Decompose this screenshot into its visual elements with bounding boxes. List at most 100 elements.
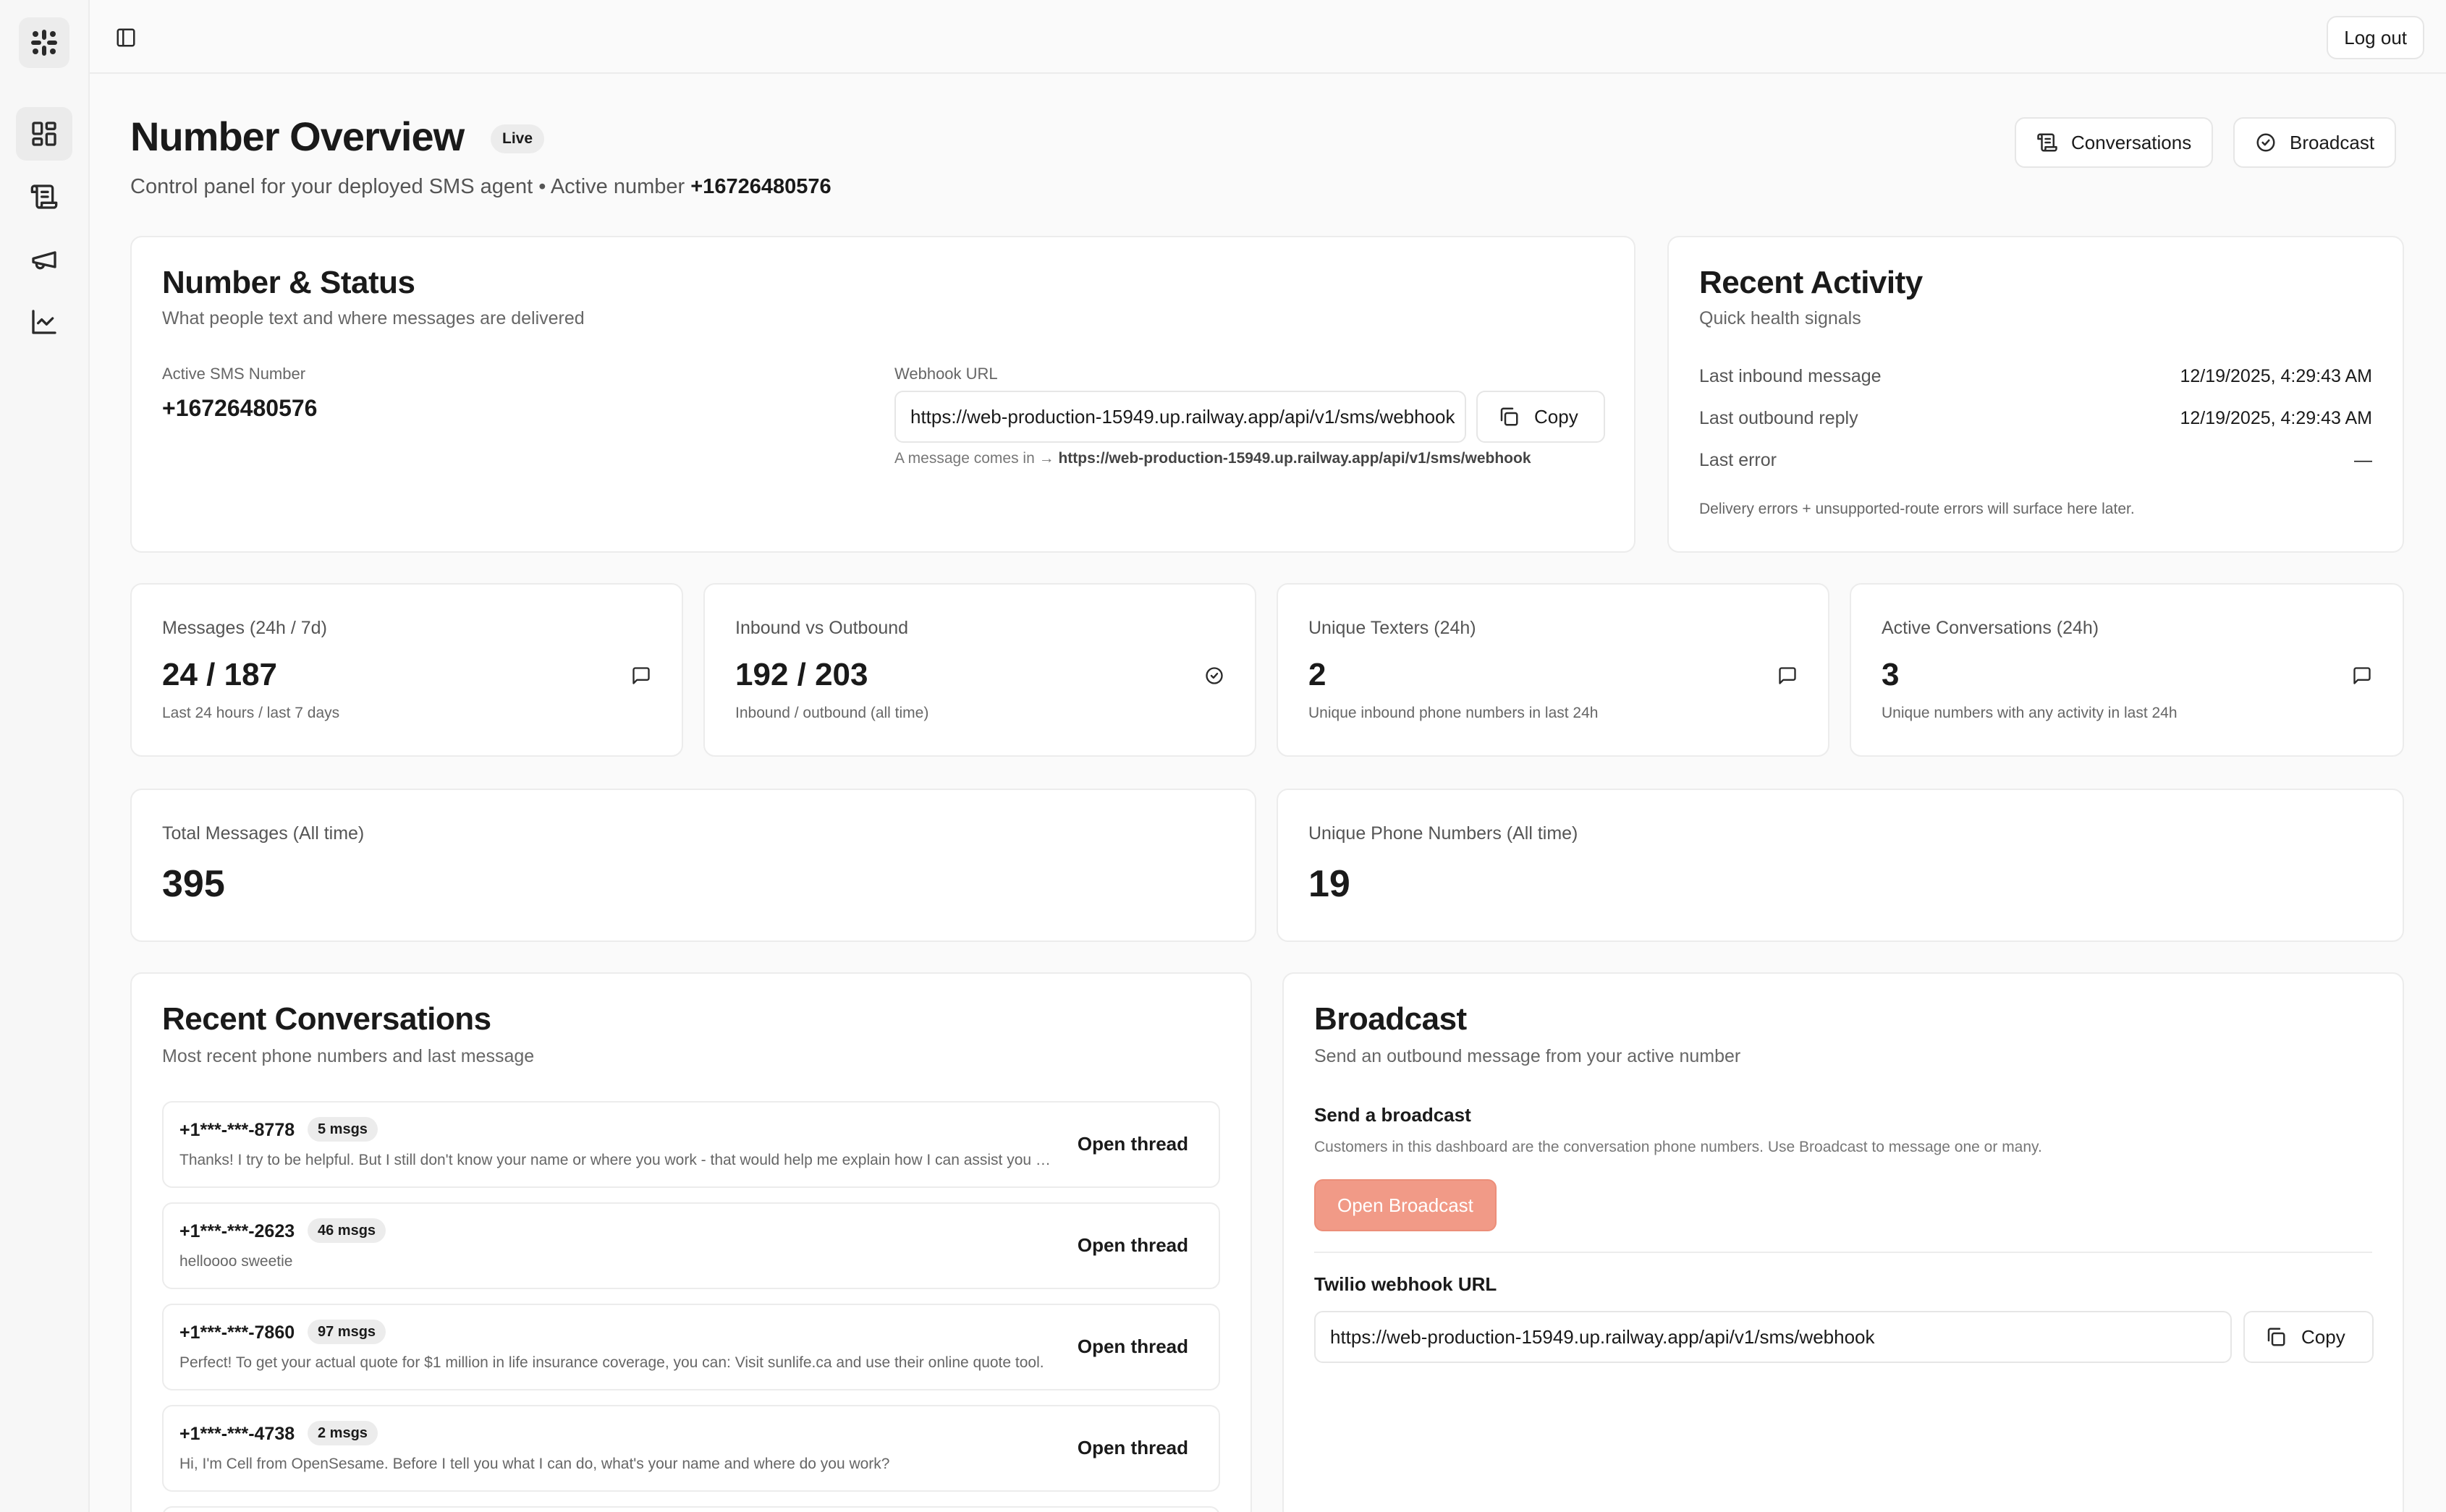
open-thread-button[interactable]: Open thread	[1078, 1335, 1188, 1358]
chart-line-icon	[32, 310, 56, 334]
activity-row: Last outbound reply 12/19/2025, 4:29:43 …	[1699, 408, 2372, 429]
message-count-badge: 46 msgs	[308, 1218, 386, 1243]
message-count-badge: 97 msgs	[308, 1320, 386, 1344]
activity-value: 12/19/2025, 4:29:43 AM	[2180, 366, 2373, 386]
copy-twilio-webhook-button[interactable]: Copy	[2243, 1311, 2374, 1363]
conversation-preview: Hi, I'm Cell from OpenSesame. Before I t…	[179, 1456, 890, 1472]
conversation-item[interactable]: +1***-***-7860 97 msgs Perfect! To get y…	[162, 1304, 1220, 1390]
card-subtitle: Send an outbound message from your activ…	[1314, 1046, 1741, 1066]
conversations-button[interactable]: Conversations	[2015, 117, 2214, 168]
message-count-badge: 2 msgs	[308, 1421, 378, 1445]
number-status-card: Number & Status What people text and whe…	[130, 236, 1635, 553]
stat-subtext: Inbound / outbound (all time)	[735, 705, 929, 721]
card-subtitle: Quick health signals	[1699, 308, 1861, 328]
sidebar-rail	[0, 0, 90, 1512]
twilio-webhook-field[interactable]: https://web-production-15949.up.railway.…	[1314, 1311, 2232, 1363]
active-number-value: +16726480576	[162, 395, 318, 421]
send-broadcast-heading: Send a broadcast	[1314, 1104, 1471, 1126]
nav-conversations[interactable]	[16, 170, 72, 224]
nav-broadcast[interactable]	[16, 233, 72, 286]
copy-webhook-button[interactable]: Copy	[1476, 391, 1605, 443]
message-icon	[632, 667, 650, 684]
nav-dashboard[interactable]	[16, 107, 72, 161]
sidebar-toggle-button[interactable]	[111, 23, 140, 52]
scroll-icon	[2037, 133, 2057, 152]
hint-url: https://web-production-15949.up.railway.…	[1058, 450, 1531, 467]
stat-card-active-conversations: Active Conversations (24h) 3 Unique numb…	[1850, 583, 2404, 757]
copy-icon	[2267, 1328, 2285, 1346]
stat-label: Active Conversations (24h)	[1882, 618, 2099, 638]
conversation-preview: Thanks! I try to be helpful. But I still…	[179, 1152, 1051, 1168]
status-badge: Live	[491, 124, 545, 153]
open-thread-button[interactable]: Open thread	[1078, 1133, 1188, 1155]
active-number-label: Active SMS Number	[162, 365, 306, 383]
nav-analytics[interactable]	[16, 295, 72, 349]
activity-row: Last error —	[1699, 450, 2372, 471]
send-broadcast-description: Customers in this dashboard are the conv…	[1314, 1139, 2042, 1155]
unique-phones-card: Unique Phone Numbers (All time) 19	[1277, 789, 2404, 942]
logout-button[interactable]: Log out	[2327, 16, 2424, 59]
stat-label: Unique Phone Numbers (All time)	[1308, 823, 1578, 844]
stat-card-messages: Messages (24h / 7d) 24 / 187 Last 24 hou…	[130, 583, 683, 757]
activity-note: Delivery errors + unsupported-route erro…	[1699, 501, 2135, 517]
top-bar: Log out	[90, 0, 2446, 74]
activity-label: Last inbound message	[1699, 366, 1882, 386]
recent-conversations-card: Recent Conversations Most recent phone n…	[130, 972, 1252, 1512]
subtitle-text: Control panel for your deployed SMS agen…	[130, 175, 691, 198]
logo-icon	[31, 30, 57, 56]
twilio-webhook-heading: Twilio webhook URL	[1314, 1273, 1497, 1295]
check-circle-icon	[1206, 667, 1223, 684]
activity-label: Last error	[1699, 450, 1777, 470]
conversations-button-label: Conversations	[2071, 131, 2192, 153]
card-title: Recent Conversations	[162, 1001, 491, 1037]
card-title: Number & Status	[162, 265, 415, 300]
open-thread-button[interactable]: Open thread	[1078, 1234, 1188, 1257]
conversation-item[interactable]	[162, 1506, 1220, 1512]
dashboard-icon	[32, 122, 56, 146]
message-count-badge: 5 msgs	[308, 1117, 378, 1142]
copy-button-label: Copy	[1534, 405, 1578, 428]
stat-value: 2	[1308, 657, 1326, 692]
conversation-phone: +1***-***-4738	[179, 1424, 295, 1444]
conversation-phone: +1***-***-2623	[179, 1221, 295, 1241]
divider	[1314, 1252, 2372, 1253]
stat-value: 19	[1308, 863, 1350, 905]
card-title: Broadcast	[1314, 1001, 1467, 1037]
webhook-hint: A message comes in → https://web-product…	[894, 450, 1531, 467]
conversation-phone: +1***-***-7860	[179, 1322, 295, 1343]
conversation-preview: helloooo sweetie	[179, 1253, 293, 1270]
webhook-url-label: Webhook URL	[894, 365, 998, 383]
stat-subtext: Last 24 hours / last 7 days	[162, 705, 340, 721]
app-logo[interactable]	[19, 17, 69, 68]
card-subtitle: Most recent phone numbers and last messa…	[162, 1046, 535, 1066]
stat-label: Messages (24h / 7d)	[162, 618, 327, 638]
conversation-preview: Perfect! To get your actual quote for $1…	[179, 1354, 1044, 1371]
copy-button-label: Copy	[2301, 1325, 2345, 1348]
webhook-url-field[interactable]: https://web-production-15949.up.railway.…	[894, 391, 1466, 443]
broadcast-header-button[interactable]: Broadcast	[2233, 117, 2397, 168]
broadcast-card: Broadcast Send an outbound message from …	[1282, 972, 2404, 1512]
card-subtitle: What people text and where messages are …	[162, 308, 585, 328]
stat-value: 24 / 187	[162, 657, 278, 692]
stat-value: 3	[1882, 657, 1900, 692]
copy-icon	[1500, 407, 1518, 426]
card-title: Recent Activity	[1699, 265, 1923, 300]
message-icon	[1779, 667, 1796, 684]
stat-subtext: Unique numbers with any activity in last…	[1882, 705, 2178, 721]
activity-label: Last outbound reply	[1699, 408, 1858, 428]
open-thread-button[interactable]: Open thread	[1078, 1437, 1188, 1459]
stat-value: 395	[162, 863, 225, 905]
megaphone-icon	[32, 251, 56, 270]
message-icon	[2353, 667, 2371, 684]
activity-value: 12/19/2025, 4:29:43 AM	[2180, 408, 2373, 428]
open-broadcast-button[interactable]: Open Broadcast	[1314, 1179, 1497, 1231]
page-subtitle: Control panel for your deployed SMS agen…	[130, 175, 831, 199]
stat-subtext: Unique inbound phone numbers in last 24h	[1308, 705, 1599, 721]
conversation-item[interactable]: +1***-***-8778 5 msgs Thanks! I try to b…	[162, 1101, 1220, 1188]
conversation-item[interactable]: +1***-***-2623 46 msgs helloooo sweetie …	[162, 1202, 1220, 1289]
stat-label: Inbound vs Outbound	[735, 618, 909, 638]
conversation-phone: +1***-***-8778	[179, 1120, 295, 1140]
conversation-item[interactable]: +1***-***-4738 2 msgs Hi, I'm Cell from …	[162, 1405, 1220, 1492]
total-messages-card: Total Messages (All time) 395	[130, 789, 1256, 942]
stat-card-inbound-outbound: Inbound vs Outbound 192 / 203 Inbound / …	[703, 583, 1256, 757]
